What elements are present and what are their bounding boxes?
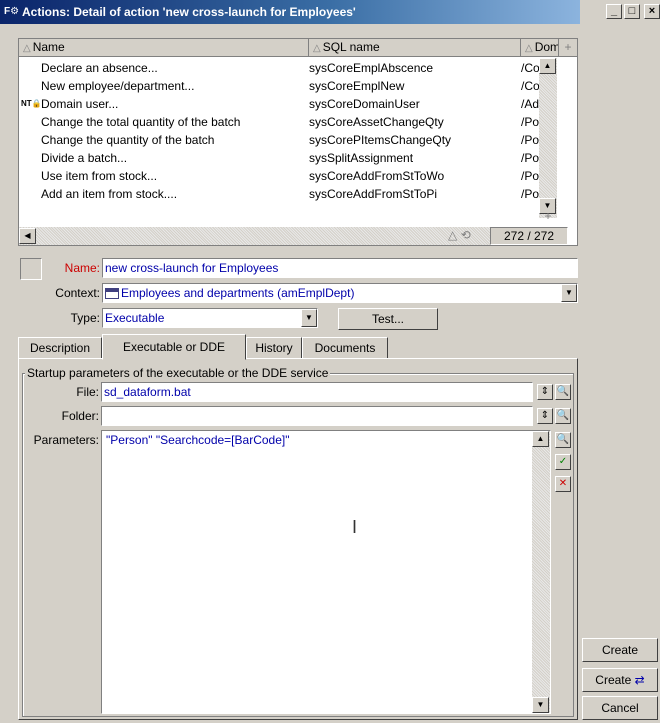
context-dropdown-icon[interactable]: ▼ bbox=[561, 284, 577, 302]
list-row[interactable]: Add an item from stock.... sysCoreAddFro… bbox=[19, 185, 556, 203]
folder-spin-icon[interactable]: ⇕ bbox=[537, 408, 553, 424]
sort-icon: △ bbox=[313, 43, 321, 54]
tab-bar: Description Executable or DDE History Do… bbox=[18, 334, 578, 360]
sort-icon: △ bbox=[23, 43, 31, 54]
close-icon: × bbox=[648, 5, 656, 17]
window-title: Actions: Detail of action 'new cross-lau… bbox=[22, 5, 356, 19]
actions-list[interactable]: △ Name △ SQL name △ Dom + Declare an absenc… bbox=[18, 38, 578, 246]
text-cursor-icon: I bbox=[352, 517, 358, 537]
actions-icon: F⚙ bbox=[4, 6, 20, 17]
sort-icon: △ bbox=[525, 43, 533, 54]
tab-documents[interactable]: Documents bbox=[302, 337, 388, 359]
list-row[interactable]: Change the quantity of the batch sysCore… bbox=[19, 131, 556, 149]
table-icon bbox=[105, 288, 119, 300]
column-header-domain[interactable]: △ Dom bbox=[521, 39, 559, 57]
context-field[interactable]: Employees and departments (amEmplDept) bbox=[102, 283, 578, 303]
column-header-sql-name[interactable]: △ SQL name bbox=[309, 39, 521, 57]
test-button[interactable]: Test... bbox=[338, 308, 438, 330]
type-dropdown-icon[interactable]: ▼ bbox=[301, 309, 317, 327]
parameters-textarea[interactable]: "Person" "Searchcode=[BarCode]" I ▲ ▼ bbox=[101, 430, 551, 714]
startup-parameters-group: Startup parameters of the executable or … bbox=[22, 366, 574, 717]
group-title: Startup parameters of the executable or … bbox=[25, 366, 331, 380]
context-label: Context: bbox=[55, 286, 100, 300]
minimize-button[interactable]: _ bbox=[606, 4, 622, 19]
folder-label: Folder: bbox=[61, 409, 99, 423]
list-footer: △ ⟲ 272 / 272 bbox=[18, 224, 578, 246]
context-row: Context: Employees and departments (amEm… bbox=[18, 283, 578, 305]
create-button[interactable]: Create bbox=[582, 638, 658, 662]
maximize-icon: □ bbox=[628, 5, 636, 17]
tab-description[interactable]: Description bbox=[18, 337, 102, 359]
cancel-cross-icon[interactable]: ✕ bbox=[555, 476, 571, 492]
scroll-up-icon[interactable]: ▲ bbox=[539, 58, 556, 74]
record-image-placeholder[interactable] bbox=[20, 258, 42, 280]
create-link-button[interactable]: Create ⇄ bbox=[582, 668, 658, 692]
tab-panel-executable: Startup parameters of the executable or … bbox=[18, 358, 578, 720]
list-rows: Declare an absence... sysCoreEmplAbscenc… bbox=[19, 59, 556, 203]
tab-history[interactable]: History bbox=[246, 337, 302, 359]
file-browse-icon[interactable]: 🔍 bbox=[555, 384, 571, 400]
window: F⚙ Actions: Detail of action 'new cross-… bbox=[0, 0, 660, 723]
link-arrows-icon: ⇄ bbox=[634, 673, 645, 687]
maximize-button[interactable]: □ bbox=[624, 4, 640, 19]
parameters-browse-icon[interactable]: 🔍 bbox=[555, 432, 571, 448]
refresh-icon[interactable]: △ ⟲ bbox=[448, 228, 471, 242]
file-label: File: bbox=[76, 385, 99, 399]
type-label: Type: bbox=[70, 311, 100, 325]
name-row: Name: new cross-launch for Employees bbox=[18, 258, 578, 280]
folder-field[interactable] bbox=[101, 406, 533, 426]
parameters-scrollbar[interactable]: ▲ ▼ bbox=[532, 431, 550, 713]
name-label: Name: bbox=[64, 261, 100, 275]
parameters-label: Parameters: bbox=[33, 433, 99, 447]
file-field[interactable]: sd_dataform.bat bbox=[101, 382, 533, 402]
record-count: 272 / 272 bbox=[490, 227, 568, 245]
nt-user-icon: NT🔒 bbox=[21, 99, 41, 108]
list-row[interactable]: Divide a batch... sysSplitAssignment /Po… bbox=[19, 149, 556, 167]
vertical-scrollbar[interactable]: ▲ ▼ bbox=[539, 58, 557, 218]
cancel-button[interactable]: Cancel bbox=[582, 696, 658, 720]
side-button-panel: Create Create ⇄ Cancel bbox=[580, 28, 660, 722]
minimize-icon: _ bbox=[610, 5, 618, 17]
column-add-icon[interactable]: + bbox=[559, 39, 577, 57]
close-button[interactable]: × bbox=[644, 4, 660, 19]
file-spin-icon[interactable]: ⇕ bbox=[537, 384, 553, 400]
name-field[interactable]: new cross-launch for Employees bbox=[102, 258, 578, 278]
scroll-up-icon[interactable]: ▲ bbox=[532, 431, 549, 447]
scroll-down-icon[interactable]: ▼ bbox=[532, 697, 549, 713]
list-row[interactable]: New employee/department... sysCoreEmplNe… bbox=[19, 77, 554, 95]
list-row[interactable]: NT🔒 Domain user... sysCoreDomainUser /Ad… bbox=[19, 95, 556, 113]
column-header-name[interactable]: △ Name bbox=[19, 39, 309, 57]
list-row[interactable]: Declare an absence... sysCoreEmplAbscenc… bbox=[19, 59, 554, 77]
type-row: Type: Executable ▼ Test... bbox=[18, 308, 578, 330]
validate-check-icon[interactable]: ✓ bbox=[555, 454, 571, 470]
folder-browse-icon[interactable]: 🔍 bbox=[555, 408, 571, 424]
parameters-value: "Person" "Searchcode=[BarCode]" bbox=[106, 433, 290, 447]
title-bar[interactable]: F⚙ Actions: Detail of action 'new cross-… bbox=[0, 0, 660, 24]
list-row[interactable]: Change the total quantity of the batch s… bbox=[19, 113, 556, 131]
type-select[interactable]: Executable bbox=[102, 308, 318, 328]
tab-executable-or-dde[interactable]: Executable or DDE bbox=[102, 334, 246, 360]
list-row[interactable]: Use item from stock... sysCoreAddFromStT… bbox=[19, 167, 556, 185]
list-header: △ Name △ SQL name △ Dom + bbox=[19, 39, 577, 57]
